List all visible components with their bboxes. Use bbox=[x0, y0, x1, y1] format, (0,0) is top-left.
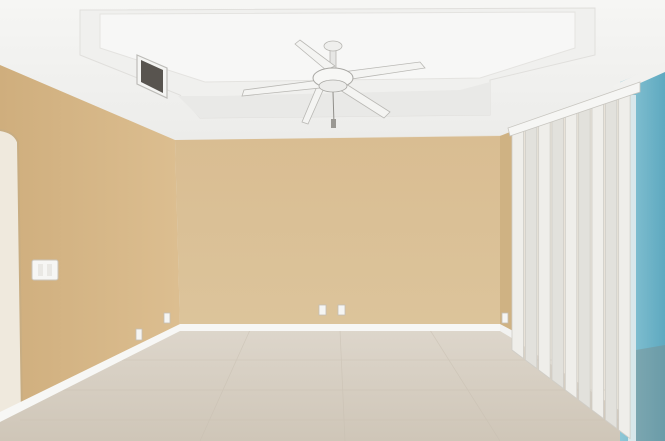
blind-slat bbox=[604, 92, 618, 430]
baseboard-back bbox=[180, 324, 500, 331]
blind-slat bbox=[578, 102, 591, 410]
light-switch-icon bbox=[31, 259, 59, 281]
blind-slat bbox=[511, 125, 524, 360]
blind-slat bbox=[538, 116, 551, 380]
room-illustration bbox=[0, 0, 665, 441]
back-wall bbox=[175, 136, 500, 328]
doorway bbox=[0, 129, 23, 430]
exterior-railing bbox=[636, 345, 665, 441]
blind-slat bbox=[618, 88, 631, 440]
room-photo bbox=[0, 0, 665, 441]
blind-slat bbox=[551, 111, 564, 390]
blind-slat bbox=[591, 97, 604, 420]
blind-slat bbox=[524, 120, 538, 370]
blind-slat bbox=[564, 106, 578, 400]
